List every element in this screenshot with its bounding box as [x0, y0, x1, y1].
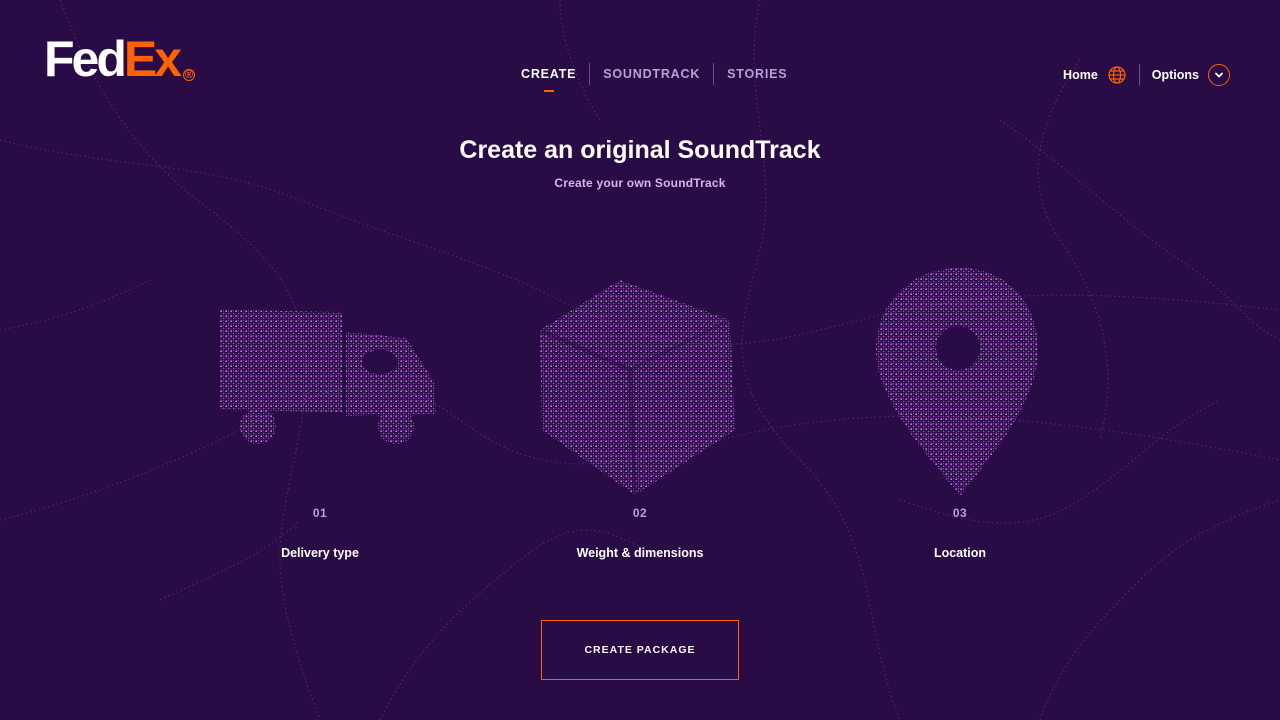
truck-icon [220, 310, 436, 444]
options-toggle [1208, 64, 1230, 86]
header-divider [1138, 64, 1140, 86]
location-pin-icon [876, 268, 1038, 496]
options-label: Options [1151, 68, 1199, 82]
step-location[interactable] [810, 258, 1110, 498]
fedex-logo[interactable]: Fed Ex ® [44, 31, 196, 87]
header-controls: Home Options [1063, 62, 1230, 88]
step-label[interactable]: Delivery type [170, 546, 470, 560]
home-label: Home [1063, 68, 1098, 82]
options-button[interactable]: Options [1152, 64, 1230, 86]
nav-create[interactable]: CREATE [508, 62, 589, 86]
box-icon [539, 280, 735, 496]
step-number: 03 [952, 506, 968, 520]
step-delivery-type[interactable] [170, 250, 470, 490]
step-number: 01 [312, 506, 328, 520]
create-package-button[interactable]: CREATE PACKAGE [541, 620, 739, 680]
step-label[interactable]: Weight & dimensions [490, 546, 790, 560]
step-number: 02 [632, 506, 648, 520]
logo-fed: Fed [44, 31, 127, 87]
main-nav: CREATE SOUNDTRACK STORIES [508, 62, 800, 86]
page-title: Create an original SoundTrack [459, 136, 821, 164]
chevron-down-icon [1215, 72, 1223, 78]
logo-ex: Ex [123, 31, 182, 87]
globe-icon [1108, 66, 1126, 84]
registered-mark: ® [183, 68, 196, 81]
nav-soundtrack[interactable]: SOUNDTRACK [590, 62, 713, 86]
step-weight-dimensions[interactable] [490, 260, 790, 500]
page-subtitle: Create your own SoundTrack [554, 176, 726, 190]
nav-stories[interactable]: STORIES [714, 62, 800, 86]
step-label[interactable]: Location [810, 546, 1110, 560]
home-button[interactable]: Home [1063, 65, 1127, 85]
